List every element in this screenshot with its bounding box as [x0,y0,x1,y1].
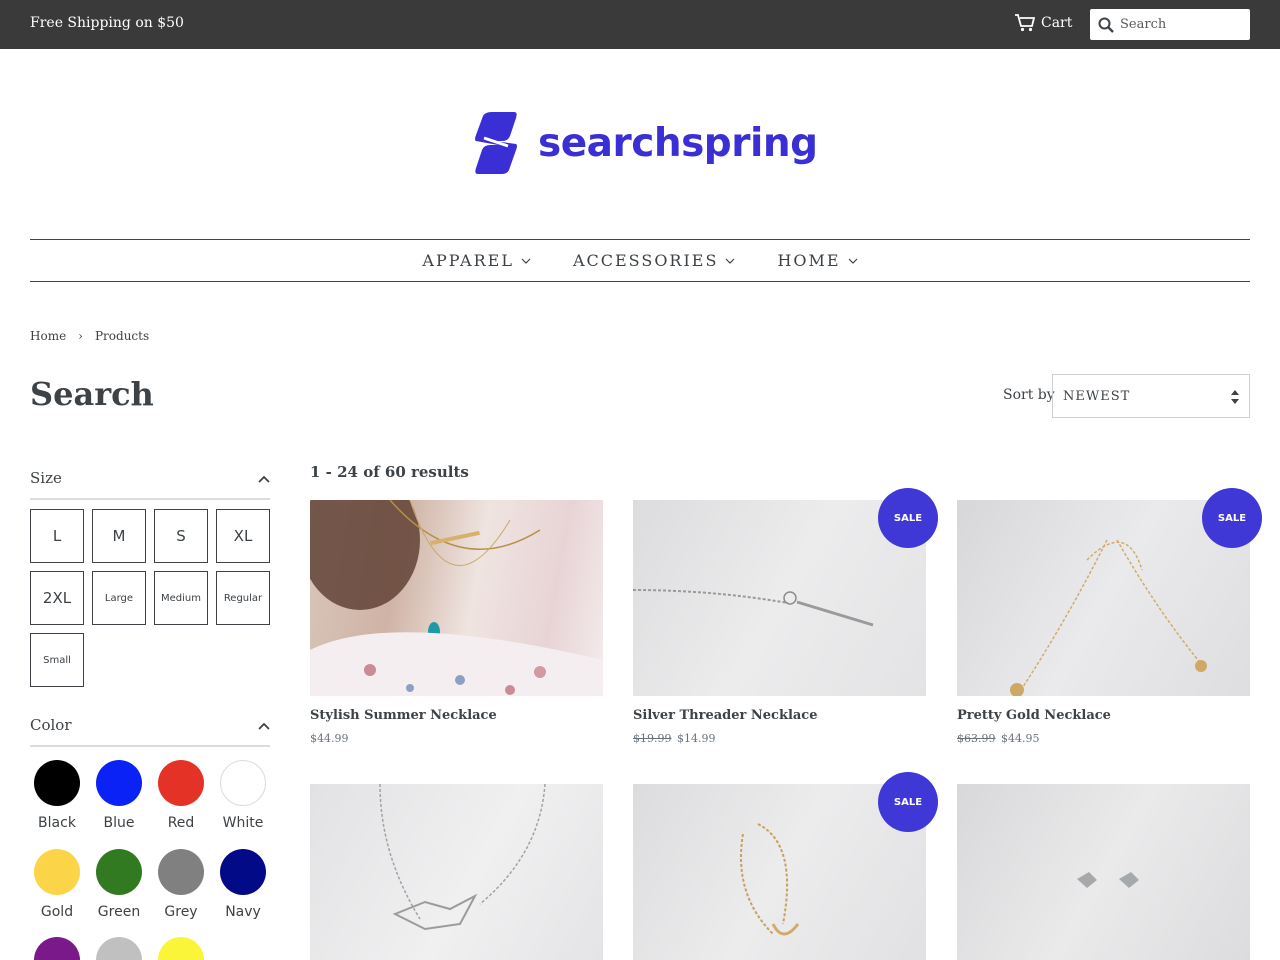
nav-item-label: HOME [777,251,841,270]
color-swatch[interactable] [220,849,266,895]
product-card[interactable] [310,784,603,960]
nav-item-apparel[interactable]: APPAREL [422,251,531,270]
nav-item-home[interactable]: HOME [777,251,858,270]
color-label: Black [38,815,76,831]
color-label: Navy [225,904,261,920]
breadcrumb: Home › Products [30,329,149,343]
nav-item-label: APPAREL [422,251,514,270]
size-option[interactable]: 2XL [30,571,84,625]
product-card[interactable]: Stylish Summer Necklace $44.99 [310,500,603,745]
nav-item-label: ACCESSORIES [572,251,719,270]
product-card[interactable]: Pretty Gold Necklace $63.99 $44.95 [957,500,1250,745]
cart-label: Cart [1041,15,1073,31]
compare-price: $63.99 [957,732,996,745]
product-price: $44.99 [310,732,603,745]
compare-price: $19.99 [633,732,672,745]
product-image[interactable] [310,500,603,696]
results-count: 1 - 24 of 60 results [310,463,469,481]
facet-color-header[interactable]: Color [30,716,270,747]
color-swatch[interactable] [158,849,204,895]
chevron-down-icon [521,258,531,264]
search-icon[interactable] [1098,17,1114,33]
breadcrumb-separator: › [78,329,83,343]
product-name[interactable]: Stylish Summer Necklace [310,708,603,723]
size-option[interactable]: XL [216,509,270,563]
logo-text: searchspring [538,120,818,166]
chevron-up-icon [258,722,270,730]
color-label: White [222,815,264,831]
free-shipping-text: Free Shipping on $50 [30,15,184,31]
searchspring-logo-mark [475,112,517,174]
necklace-photo [379,784,546,931]
sale-badge: SALE [878,488,938,548]
search-box[interactable] [1090,9,1250,40]
page-title: Search [30,375,154,413]
color-swatch[interactable] [220,760,266,806]
breadcrumb-home[interactable]: Home [30,329,66,343]
size-option[interactable]: S [154,509,208,563]
color-swatch[interactable] [34,760,80,806]
color-swatch[interactable] [96,937,142,960]
product-image[interactable] [310,784,603,960]
breadcrumb-current: Products [94,329,150,343]
chevron-up-icon [258,475,270,483]
chevron-down-icon [848,258,858,264]
cart-link[interactable]: Cart [1015,14,1072,32]
product-image[interactable] [957,784,1250,960]
select-arrows-icon [1231,390,1239,404]
product-name[interactable]: Pretty Gold Necklace [957,708,1250,723]
announcement-bar: Free Shipping on $50 Cart [0,0,1280,49]
current-price: $14.99 [677,732,716,745]
sort-select[interactable]: NEWEST [1052,374,1250,418]
color-swatch[interactable] [96,760,142,806]
nav-item-accessories[interactable]: ACCESSORIES [573,251,735,270]
product-name[interactable]: Silver Threader Necklace [633,708,926,723]
product-price: $63.99 $44.95 [957,732,1250,745]
size-option[interactable]: Small [30,633,84,687]
main-navigation: APPAREL ACCESSORIES HOME [30,239,1250,282]
earrings-photo [1077,872,1139,888]
color-label: Red [167,815,195,831]
color-label: Green [97,904,141,920]
sort-label: Sort by [1003,387,1055,403]
size-option[interactable]: L [30,509,84,563]
color-label: Blue [103,815,135,831]
necklace-photo [310,500,603,696]
facet-title: Size [30,469,62,487]
sale-badge: SALE [1202,488,1262,548]
facet-size-header[interactable]: Size [30,469,270,500]
product-price: $19.99 $14.99 [633,732,926,745]
product-card[interactable] [957,784,1250,960]
sort-selected-value: NEWEST [1063,388,1131,404]
size-option[interactable]: Large [92,571,146,625]
facet-title: Color [30,716,72,734]
product-card[interactable]: Silver Threader Necklace $19.99 $14.99 [633,500,926,745]
current-price: $44.99 [310,732,349,745]
size-option[interactable]: Medium [154,571,208,625]
current-price: $44.95 [1001,732,1040,745]
size-option[interactable]: M [92,509,146,563]
size-option[interactable]: Regular [216,571,270,625]
color-swatch[interactable] [158,760,204,806]
sale-badge: SALE [878,772,938,832]
color-swatch[interactable] [158,937,204,960]
site-logo[interactable]: searchspring [474,110,818,176]
cart-icon [1015,14,1035,32]
color-label: Gold [40,904,74,920]
color-swatch[interactable] [34,937,80,960]
color-swatch[interactable] [34,849,80,895]
chevron-down-icon [726,258,735,264]
color-label: Grey [164,904,198,920]
search-input[interactable] [1120,17,1240,32]
color-swatch[interactable] [96,849,142,895]
